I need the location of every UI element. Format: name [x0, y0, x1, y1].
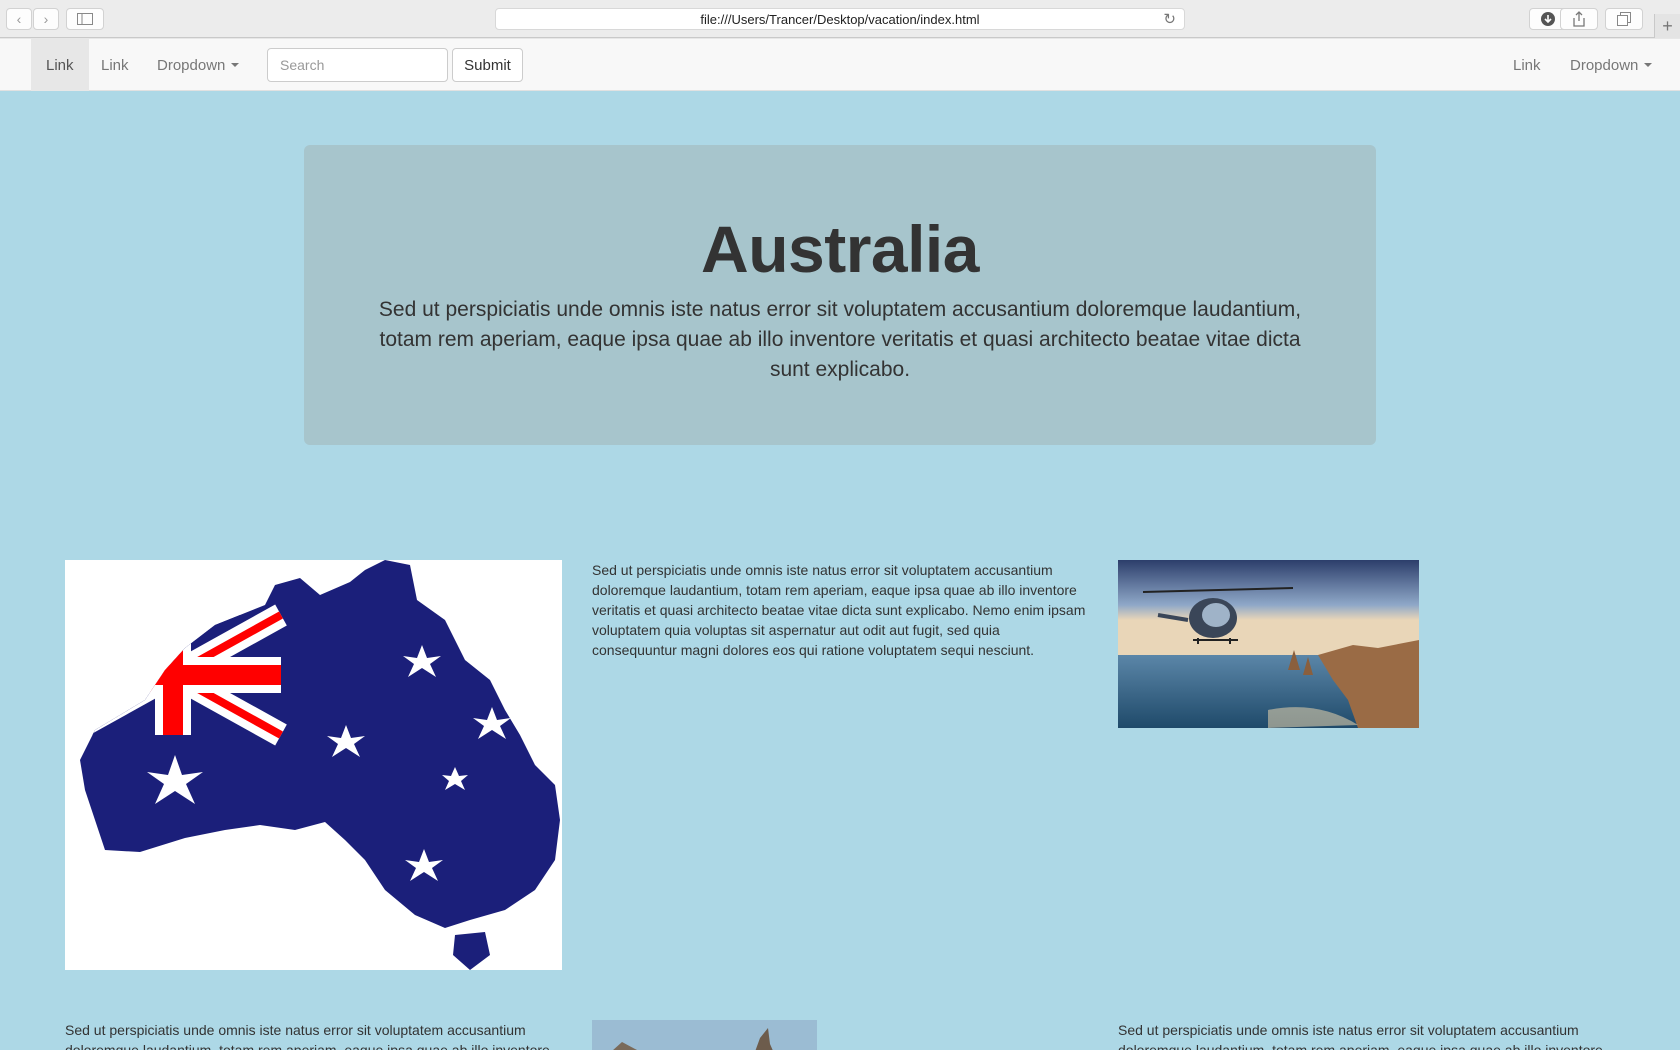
- back-button[interactable]: ‹: [6, 8, 32, 30]
- dropdown-label: Dropdown: [1570, 56, 1639, 74]
- sidebar-toggle-button[interactable]: [66, 8, 104, 30]
- nav-link-label: Link: [1513, 56, 1541, 74]
- new-tab-button[interactable]: +: [1654, 14, 1680, 38]
- helicopter-coast-image: [1118, 560, 1419, 728]
- dropdown-label: Dropdown: [157, 56, 226, 74]
- reload-icon[interactable]: ↻: [1163, 10, 1176, 28]
- caret-down-icon: [231, 63, 240, 67]
- nav-right-link[interactable]: Link: [1498, 39, 1556, 91]
- nav-link-2[interactable]: Link: [86, 39, 144, 91]
- plus-icon: +: [1662, 15, 1673, 36]
- chevron-right-icon: ›: [43, 11, 49, 27]
- sidebar-icon: [77, 13, 93, 25]
- nav-right-dropdown[interactable]: Dropdown: [1555, 39, 1667, 91]
- chevron-left-icon: ‹: [16, 11, 22, 27]
- tabs-overview-button[interactable]: [1605, 8, 1643, 30]
- browser-toolbar: ‹ › file:///Users/Trancer/Desktop/vacati…: [0, 0, 1680, 38]
- kangaroo-image: [592, 1020, 817, 1050]
- jumbotron-text: Sed ut perspiciatis unde omnis iste natu…: [378, 298, 1302, 381]
- submit-button[interactable]: Submit: [452, 48, 523, 82]
- nav-link-label: Link: [46, 56, 74, 74]
- download-icon: [1541, 12, 1555, 26]
- nav-dropdown[interactable]: Dropdown: [142, 39, 254, 91]
- caret-down-icon: [1644, 63, 1653, 67]
- content-paragraph-3: Sed ut perspiciatis unde omnis iste natu…: [1118, 1022, 1603, 1050]
- nav-link-label: Link: [101, 56, 129, 74]
- content-paragraph-1: Sed ut perspiciatis unde omnis iste natu…: [592, 562, 1086, 658]
- navbar: Link Link Dropdown Submit Link Dropdown: [0, 38, 1680, 91]
- page-title: Australia: [701, 212, 979, 286]
- content-paragraph-2: Sed ut perspiciatis unde omnis iste natu…: [65, 1022, 550, 1050]
- tabs-icon: [1617, 12, 1631, 26]
- australia-flag-map-image: [65, 560, 562, 970]
- forward-button[interactable]: ›: [33, 8, 59, 30]
- share-button[interactable]: [1560, 8, 1598, 30]
- search-input[interactable]: [267, 48, 448, 82]
- jumbotron: Australia Sed ut perspiciatis unde omnis…: [304, 145, 1376, 445]
- share-icon: [1573, 11, 1585, 27]
- nav-link-1[interactable]: Link: [31, 39, 89, 91]
- url-text: file:///Users/Trancer/Desktop/vacation/i…: [700, 11, 980, 27]
- address-bar[interactable]: file:///Users/Trancer/Desktop/vacation/i…: [495, 8, 1185, 30]
